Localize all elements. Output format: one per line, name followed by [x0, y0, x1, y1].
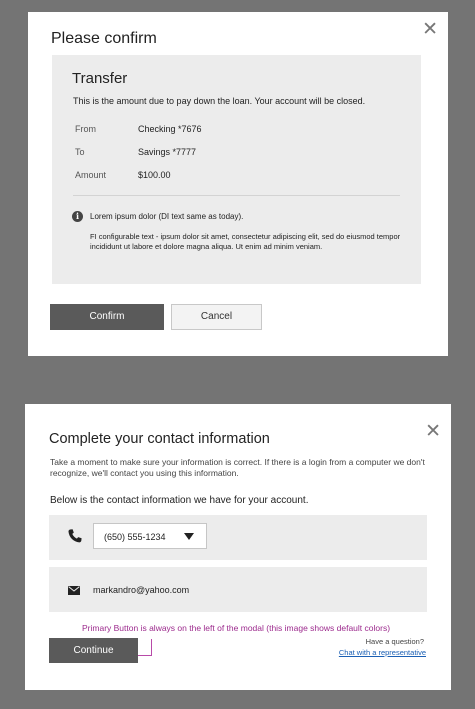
- email-value: markandro@yahoo.com: [93, 585, 190, 595]
- annotation-connector: [151, 639, 153, 656]
- row-value: Checking *7676: [138, 124, 202, 134]
- confirm-modal: ✕ Please confirm Transfer This is the am…: [28, 12, 448, 356]
- row-value: Savings *7777: [138, 147, 197, 157]
- info-icon: i: [72, 211, 83, 222]
- info-text: Lorem ipsum dolor (DI text same as today…: [90, 212, 244, 221]
- email-row: markandro@yahoo.com: [49, 567, 427, 612]
- confirm-button[interactable]: Confirm: [50, 304, 164, 330]
- modal-title: Complete your contact information: [49, 431, 270, 447]
- phone-select-value: (650) 555-1234: [104, 532, 166, 542]
- row-value: $100.00: [138, 170, 171, 180]
- transfer-description: This is the amount due to pay down the l…: [73, 96, 366, 106]
- phone-icon: [68, 529, 82, 543]
- contact-subheading: Below is the contact information we have…: [50, 495, 309, 506]
- chat-link[interactable]: Chat with a representative: [339, 648, 426, 657]
- annotation-note: Primary Button is always on the left of …: [82, 623, 391, 633]
- info-paragraph: FI configurable text - ipsum dolor sit a…: [90, 232, 401, 251]
- phone-row: (650) 555-1234: [49, 515, 427, 560]
- close-icon[interactable]: ✕: [425, 422, 441, 441]
- contact-modal: ✕ Complete your contact information Take…: [25, 404, 451, 690]
- transfer-heading: Transfer: [72, 70, 128, 87]
- transfer-panel: Transfer This is the amount due to pay d…: [52, 55, 421, 284]
- help-question: Have a question?: [365, 637, 424, 646]
- caret-down-icon: [184, 533, 194, 540]
- modal-title: Please confirm: [51, 30, 157, 47]
- phone-select[interactable]: (650) 555-1234: [93, 523, 207, 549]
- continue-button[interactable]: Continue: [49, 638, 138, 663]
- modal-description: Take a moment to make sure your informat…: [50, 457, 425, 478]
- divider: [73, 195, 400, 196]
- close-icon[interactable]: ✕: [422, 20, 438, 39]
- row-label: To: [75, 147, 85, 157]
- cancel-button[interactable]: Cancel: [171, 304, 262, 330]
- row-label: From: [75, 124, 96, 134]
- row-label: Amount: [75, 170, 107, 180]
- annotation-connector: [137, 655, 152, 656]
- mail-icon: [68, 586, 80, 595]
